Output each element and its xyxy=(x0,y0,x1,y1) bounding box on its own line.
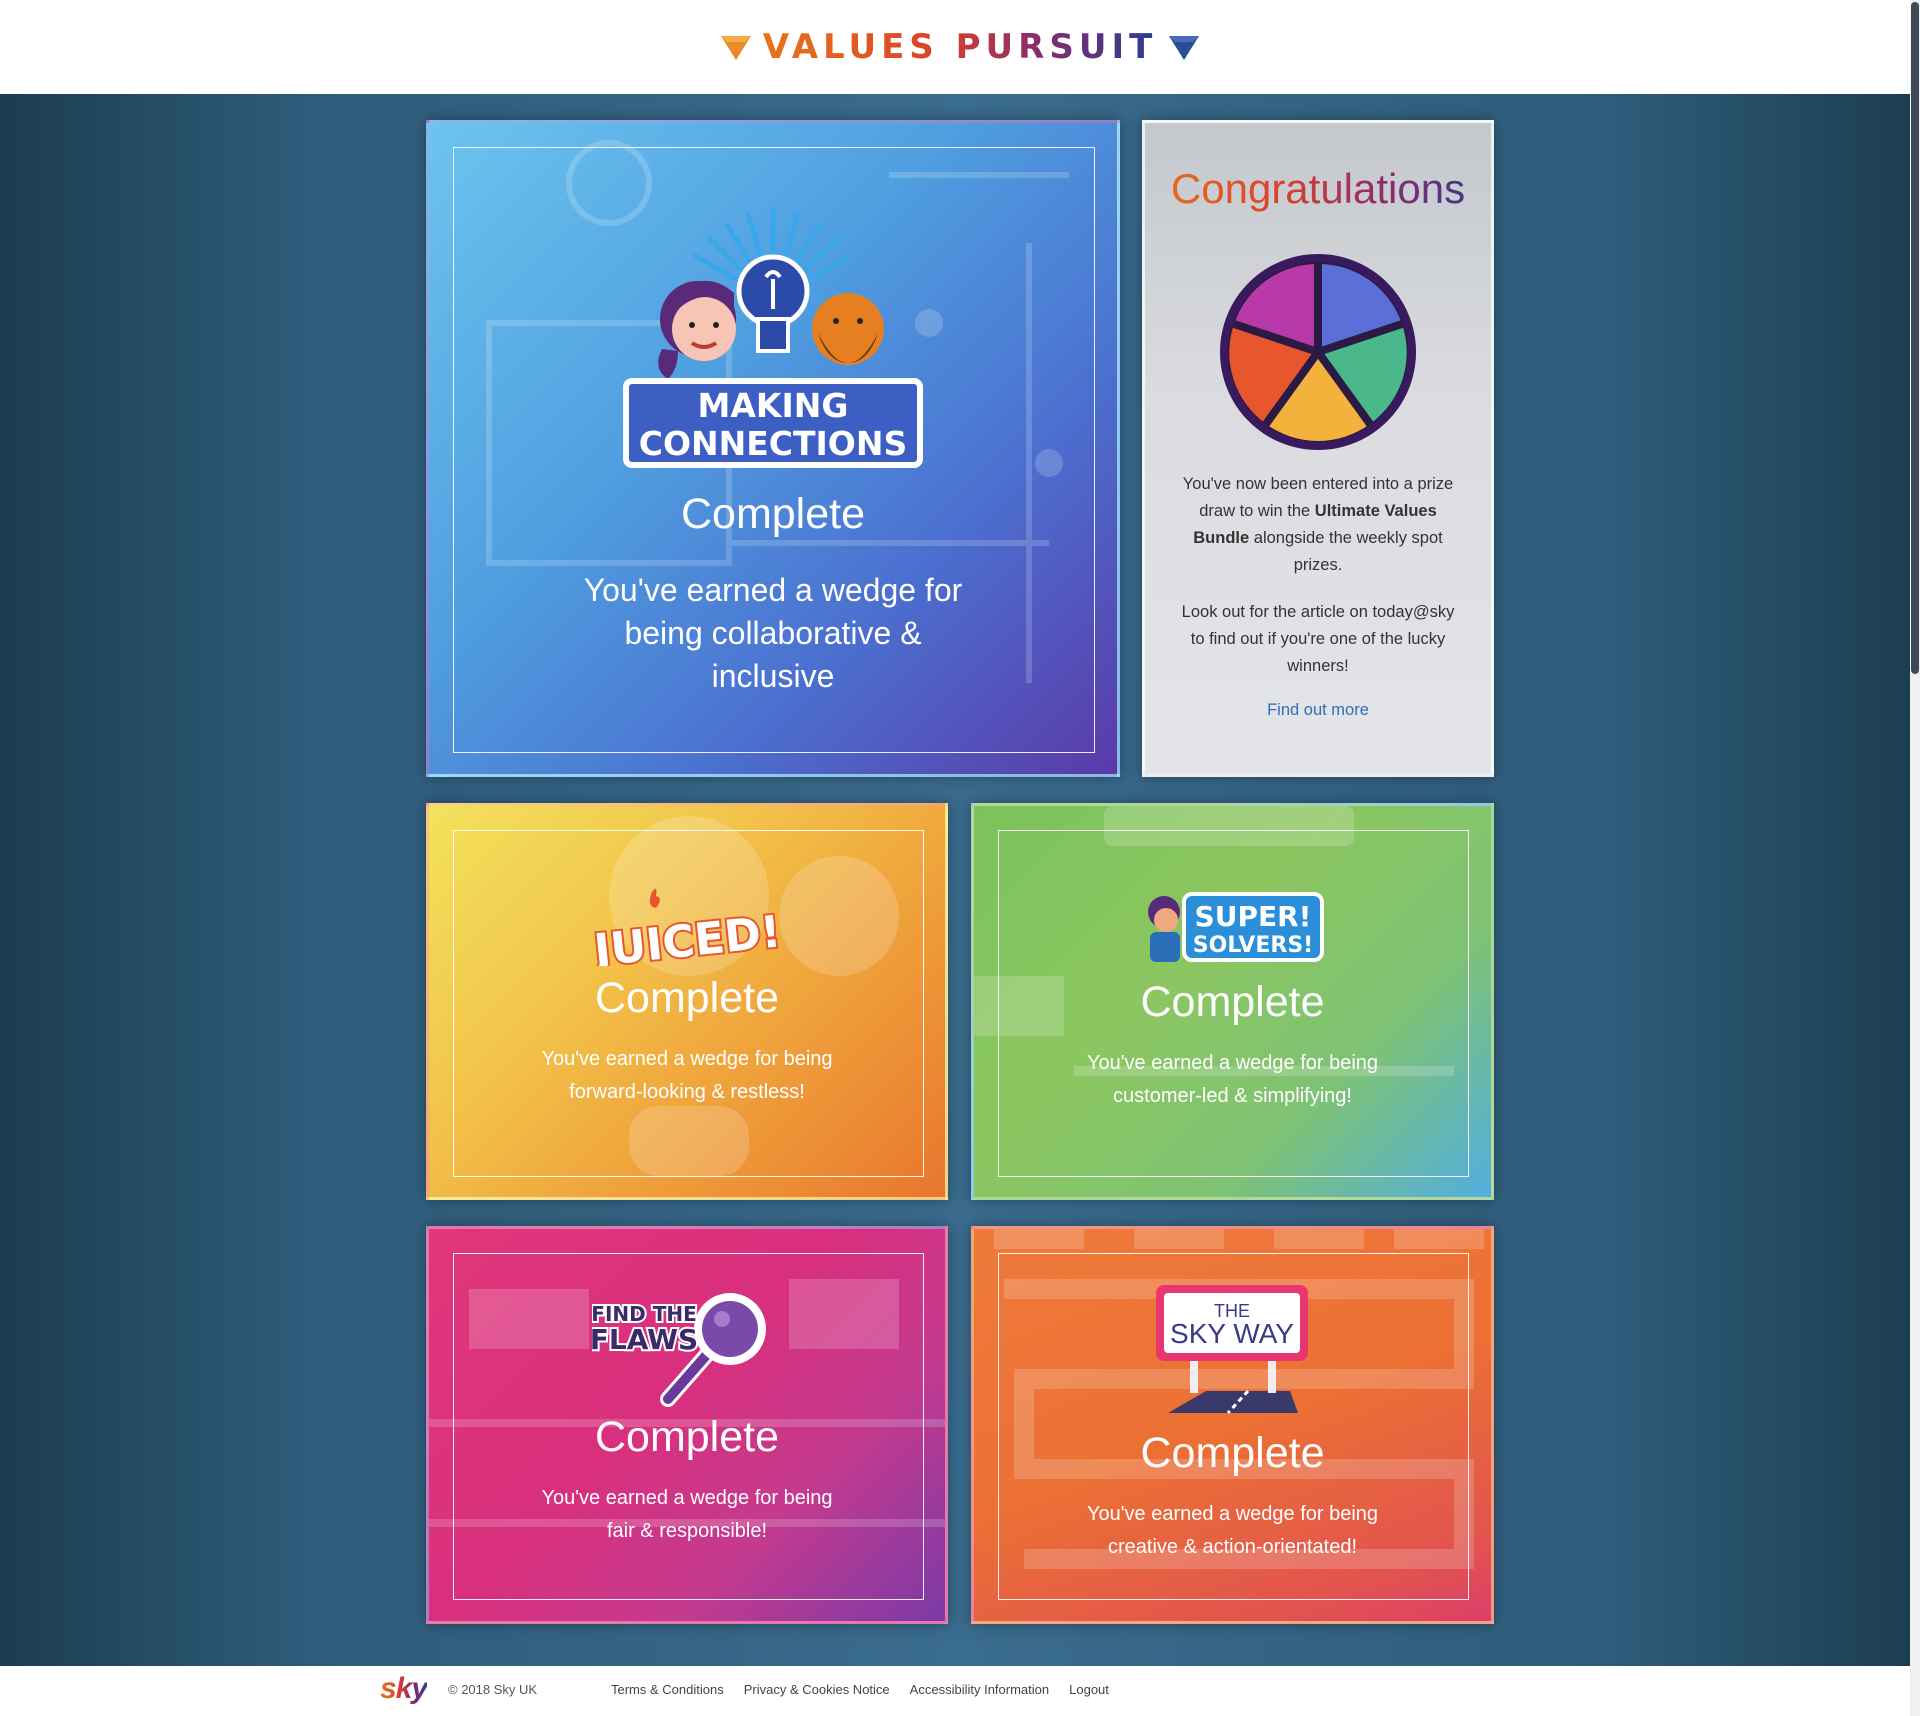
sky-way-card[interactable]: THE SKY WAY Complete You've earned a wed… xyxy=(971,1226,1494,1624)
card-message: You've earned a wedge for being fair & r… xyxy=(541,1487,833,1542)
logo-text: JUICED! xyxy=(592,906,782,966)
congratulations-title: Congratulations xyxy=(1145,165,1491,213)
card-message: You've earned a wedge for being customer… xyxy=(1086,1052,1379,1107)
find-the-flaws-logo: FIND THE FLAWS xyxy=(592,1293,766,1407)
logo-line2: SOLVERS! xyxy=(1192,933,1312,958)
congrats-article-text: Look out for the article on today@sky to… xyxy=(1181,603,1455,675)
card-status: Complete xyxy=(594,974,780,1022)
site-footer: sky © 2018 Sky UK Terms & Conditions Pri… xyxy=(0,1666,1910,1716)
card-status: Complete xyxy=(1140,978,1325,1026)
privacy-cookies-link[interactable]: Privacy & Cookies Notice xyxy=(744,1682,890,1697)
blue-diamond-icon xyxy=(1169,36,1200,60)
terms-conditions-link[interactable]: Terms & Conditions xyxy=(611,1682,724,1697)
making-connections-card[interactable]: MAKING CONNECTIONS Complete You've earne… xyxy=(426,120,1120,777)
sky-way-logo: THE SKY WAY xyxy=(1155,1285,1308,1415)
orange-diamond-icon xyxy=(720,36,751,60)
logo-line2: CONNECTIONS xyxy=(639,424,908,463)
card-status: Complete xyxy=(1140,1429,1325,1477)
making-connections-logo: MAKING CONNECTIONS xyxy=(623,209,923,468)
footer-links: Terms & Conditions Privacy & Cookies Not… xyxy=(611,1682,1109,1697)
congratulations-card: Congratulations You've now been entered … xyxy=(1142,120,1494,777)
card-message: You've earned a wedge for being collabor… xyxy=(583,572,963,694)
accessibility-link[interactable]: Accessibility Information xyxy=(910,1682,1049,1697)
congrats-prize-text: You've now been entered into a prize dra… xyxy=(1182,475,1454,574)
copyright-text: © 2018 Sky UK xyxy=(448,1682,538,1697)
scrollbar-thumb[interactable] xyxy=(1911,2,1919,674)
site-header: VALUES PURSUIT xyxy=(0,0,1920,94)
logo-line1: SUPER! xyxy=(1194,900,1311,933)
logo-line2: SKY WAY xyxy=(1170,1318,1294,1349)
sky-logo[interactable]: sky xyxy=(380,1672,428,1706)
logo-text: VALUES PURSUIT xyxy=(762,27,1158,67)
juiced-card[interactable]: JUICED! Complete You've earned a wedge f… xyxy=(426,803,948,1200)
scrollbar[interactable] xyxy=(1910,0,1920,1716)
logo-line1: MAKING xyxy=(698,386,849,425)
trivia-wheel-icon xyxy=(1220,254,1416,450)
logout-link[interactable]: Logout xyxy=(1069,1682,1109,1697)
card-status: Complete xyxy=(680,490,866,538)
logo-line2: FLAWS xyxy=(592,1323,698,1356)
super-solvers-card[interactable]: SUPER! SOLVERS! Complete You've earned a… xyxy=(971,803,1494,1200)
card-message: You've earned a wedge for being forward-… xyxy=(541,1048,833,1103)
values-pursuit-logo[interactable]: VALUES PURSUIT xyxy=(719,27,1202,67)
card-message: You've earned a wedge for being creative… xyxy=(1086,1503,1379,1558)
super-solvers-logo: SUPER! SOLVERS! xyxy=(1147,892,1324,962)
find-the-flaws-card[interactable]: FIND THE FLAWS Complete You've earned a … xyxy=(426,1226,948,1624)
find-out-more-link[interactable]: Find out more xyxy=(1145,701,1491,720)
juiced-logo: JUICED! xyxy=(592,888,782,966)
card-status: Complete xyxy=(594,1413,780,1461)
